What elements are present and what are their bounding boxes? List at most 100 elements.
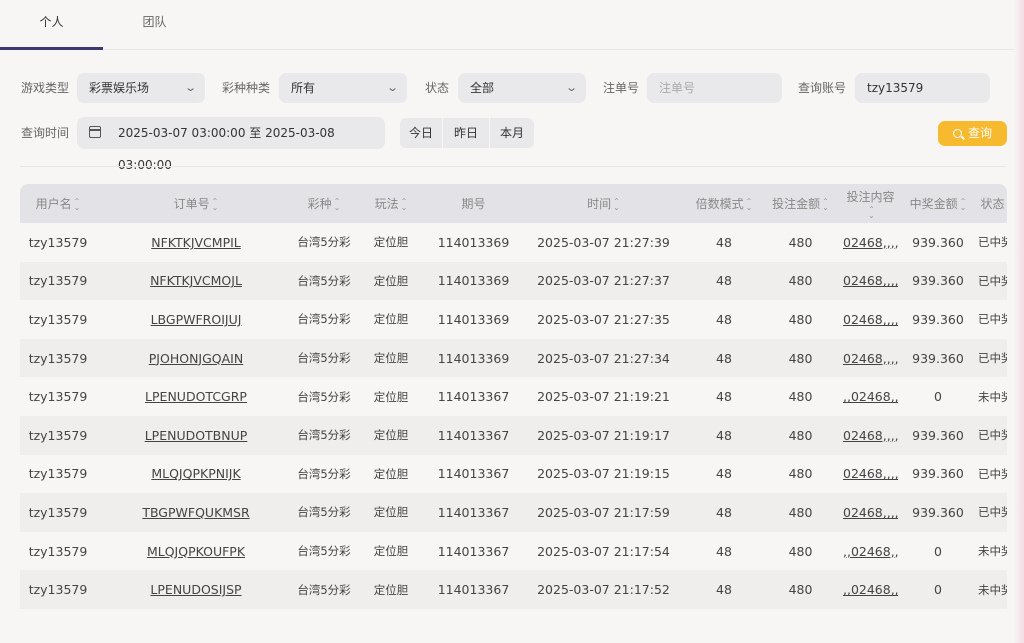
sort-icon[interactable]: ⌃ ⌄ — [613, 197, 620, 211]
lottery-type-select[interactable]: 所有 ⌄ — [279, 73, 407, 103]
cell-win-amount: 0 — [934, 582, 942, 598]
order-no-input[interactable]: 注单号 — [647, 73, 782, 103]
cell-status: 已中奖 — [978, 505, 1007, 520]
column-header-order-no[interactable]: 订单号 ⌃ ⌄ — [96, 184, 296, 223]
column-header-label: 用户名 — [35, 197, 72, 211]
cell-order-no[interactable]: MLQJQPKOUFPK — [96, 532, 296, 571]
column-header-multiplier[interactable]: 倍数模式 ⌃ ⌄ — [690, 184, 758, 223]
status-select[interactable]: 全部 ⌄ — [458, 73, 586, 103]
cell-period: 114013367 — [437, 427, 510, 443]
cell-win-amount: 939.360 — [912, 273, 964, 289]
cell-bet-content[interactable]: 02468,,,, — [843, 339, 898, 378]
game-type-select[interactable]: 彩票娱乐场 ⌄ — [77, 73, 205, 103]
cell-bet-content[interactable]: ,,02468,, — [843, 570, 898, 609]
cell-bet-content[interactable]: 02468,,,, — [843, 455, 898, 494]
cell-play-type: 定位胆 — [373, 273, 409, 288]
date-range-picker[interactable]: 2025-03-07 03:00:00 至 2025-03-08 03:00:0… — [77, 117, 385, 172]
cell-multiplier: 48 — [716, 466, 732, 482]
column-header-bet-content[interactable]: 投注内容⌃ ⌄ — [843, 184, 898, 223]
column-header-lottery[interactable]: 彩种 ⌃ ⌄ — [296, 184, 352, 223]
cell-bet-content[interactable]: ,,02468,, — [843, 377, 898, 416]
cell-play-type: 定位胆 — [373, 235, 409, 250]
chevron-down-icon: ⌄ — [183, 81, 197, 94]
cell-lottery: 台湾5分彩 — [297, 389, 351, 404]
cell-order-no[interactable]: LPENUDOSIJSP — [96, 570, 296, 609]
cell-lottery: 台湾5分彩 — [297, 273, 351, 288]
yesterday-button[interactable]: 昨日 — [443, 118, 489, 148]
cell-lottery: 台湾5分彩 — [297, 428, 351, 443]
cell-bet-amount: 480 — [788, 234, 813, 250]
cell-bet-content[interactable]: 02468,,,, — [843, 493, 898, 532]
column-header-label: 状态 — [980, 197, 1005, 211]
column-header-win-amount[interactable]: 中奖金额 ⌃ ⌄ — [898, 184, 978, 223]
cell-bet-amount: 480 — [788, 543, 813, 559]
today-button[interactable]: 今日 — [400, 118, 442, 148]
column-header-username[interactable]: 用户名 ⌃ ⌄ — [20, 184, 96, 223]
cell-status: 已中奖 — [978, 273, 1007, 288]
account-input[interactable]: tzy13579 — [855, 73, 990, 103]
column-header-play-type[interactable]: 玩法 ⌃ ⌄ — [352, 184, 430, 223]
cell-play-type: 定位胆 — [373, 505, 409, 520]
cell-time: 2025-03-07 21:17:54 — [537, 543, 670, 559]
cell-time: 2025-03-07 21:19:21 — [537, 389, 670, 405]
tab-personal[interactable]: 个人 — [0, 0, 103, 50]
cell-status: 未中奖 — [978, 582, 1007, 597]
cell-order-no[interactable]: NFKTKJVCMOJL — [96, 262, 296, 301]
cell-bet-amount: 480 — [788, 427, 813, 443]
cell-status: 已中奖 — [978, 428, 1007, 443]
cell-order-no[interactable]: MLQJQPKPNIJK — [96, 455, 296, 494]
cell-win-amount: 939.360 — [912, 466, 964, 482]
column-header-label: 订单号 — [173, 197, 210, 211]
cell-bet-amount: 480 — [788, 582, 813, 598]
cell-win-amount: 939.360 — [912, 350, 964, 366]
cell-bet-content[interactable]: ,,02468,, — [843, 532, 898, 571]
cell-time: 2025-03-07 21:19:17 — [537, 427, 670, 443]
cell-lottery: 台湾5分彩 — [297, 544, 351, 559]
cell-play-type: 定位胆 — [373, 582, 409, 597]
cell-order-no[interactable]: TBGPWFQUKMSR — [96, 493, 296, 532]
chevron-down-icon: ⌄ — [385, 81, 399, 94]
sort-icon[interactable]: ⌃ ⌄ — [334, 197, 341, 211]
cell-period: 114013369 — [437, 273, 510, 289]
table-row: tzy13579 NFKTKJVCMPIL 台湾5分彩 定位胆 114013369 202… — [20, 223, 1007, 262]
sort-icon[interactable]: ⌃ ⌄ — [212, 197, 219, 211]
sort-icon[interactable]: ⌃ ⌄ — [401, 197, 408, 211]
table-row: tzy13579 LPENUDOSIJSP 台湾5分彩 定位胆 114013367 202… — [20, 570, 1007, 609]
cell-bet-content[interactable]: 02468,,,, — [843, 416, 898, 455]
cell-play-type: 定位胆 — [373, 312, 409, 327]
cell-order-no[interactable]: LPENUDOTBNUP — [96, 416, 296, 455]
cell-bet-content[interactable]: 02468,,,, — [843, 262, 898, 301]
table-row: tzy13579 LBGPWFROIJUJ 台湾5分彩 定位胆 114013369 202… — [20, 300, 1007, 339]
cell-bet-amount: 480 — [788, 350, 813, 366]
this-month-button[interactable]: 本月 — [490, 118, 534, 148]
sort-icon[interactable]: ⌃ ⌄ — [822, 197, 829, 211]
sort-icon[interactable]: ⌃ ⌄ — [74, 197, 81, 211]
search-button[interactable]: 查询 — [938, 121, 1007, 146]
search-icon — [953, 129, 962, 138]
table-header-row: 用户名 ⌃ ⌄ 订单号 ⌃ ⌄ 彩种 ⌃ ⌄ 玩法 ⌃ ⌄ 期号 时间 ⌃ ⌄ 倍数模式 ⌃ ⌄ 投注金额 ⌃ ⌄ 投注内容… — [20, 184, 1007, 223]
sort-icon[interactable]: ⌃ ⌄ — [960, 197, 967, 211]
cell-bet-content[interactable]: 02468,,,, — [843, 300, 898, 339]
cell-username: tzy13579 — [28, 504, 88, 520]
cell-username: tzy13579 — [28, 543, 88, 559]
chevron-down-icon: ⌄ — [564, 81, 578, 94]
cell-order-no[interactable]: PJOHONJGQAIN — [96, 339, 296, 378]
cell-bet-content[interactable]: 02468,,,, — [843, 223, 898, 262]
sort-icon[interactable]: ⌃ ⌄ — [746, 197, 753, 211]
tab-team[interactable]: 团队 — [103, 0, 206, 50]
sort-icon[interactable]: ⌃ ⌄ — [868, 205, 875, 219]
column-header-label: 期号 — [461, 197, 486, 211]
cell-play-type: 定位胆 — [373, 389, 409, 404]
cell-multiplier: 48 — [716, 543, 732, 559]
column-header-time[interactable]: 时间 ⌃ ⌄ — [517, 184, 690, 223]
column-header-label: 投注金额 — [772, 197, 821, 211]
cell-period: 114013367 — [437, 389, 510, 405]
column-header-bet-amount[interactable]: 投注金额 ⌃ ⌄ — [758, 184, 843, 223]
cell-order-no[interactable]: NFKTKJVCMPIL — [96, 223, 296, 262]
lottery-type-label: 彩种种类 — [222, 81, 271, 95]
bet-records-table: 用户名 ⌃ ⌄ 订单号 ⌃ ⌄ 彩种 ⌃ ⌄ 玩法 ⌃ ⌄ 期号 时间 ⌃ ⌄ 倍数模式 ⌃ ⌄ 投注金额 ⌃ ⌄ 投注内容… — [20, 184, 1007, 609]
cell-time: 2025-03-07 21:27:34 — [537, 350, 670, 366]
cell-order-no[interactable]: LBGPWFROIJUJ — [96, 300, 296, 339]
cell-order-no[interactable]: LPENUDOTCGRP — [96, 377, 296, 416]
table-row: tzy13579 TBGPWFQUKMSR 台湾5分彩 定位胆 114013367 202… — [20, 493, 1007, 532]
